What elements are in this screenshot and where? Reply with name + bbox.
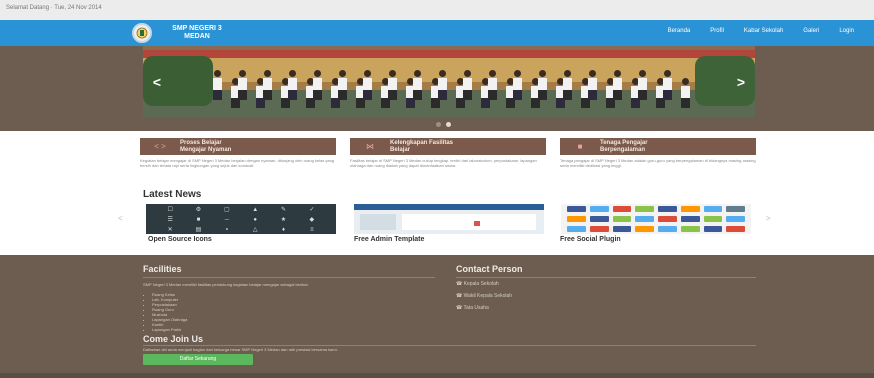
photo-person [288, 70, 297, 100]
chevron-right-icon: > [736, 74, 746, 90]
feature-card: ■ Tenaga Pengajar Berpengalaman Tenaga p… [560, 138, 756, 183]
photo-person [313, 70, 322, 100]
footer-bottom-band [0, 373, 874, 378]
news-thumbnail-social[interactable] [561, 204, 751, 234]
slide-indicators [436, 122, 456, 127]
facilities-list: Ruang Kelas Lab. Komputer Perpustakaan R… [152, 292, 187, 332]
photo-person [238, 70, 247, 100]
contact-item: ☎ Wakil Kepala Sekolah [456, 293, 513, 299]
menu-item-beranda[interactable]: Beranda [668, 28, 691, 34]
photo-person [388, 70, 397, 100]
feature-title-line1: Kelengkapan Fasilitas [390, 140, 454, 146]
feature-title-line1: Tenaga Pengajar [600, 140, 648, 146]
features-section: < > Proses Belajar Mengajar Nyaman Kegia… [140, 138, 760, 186]
chevron-left-icon: < [152, 74, 162, 90]
news-prev-button[interactable]: < [118, 214, 123, 223]
list-item: Lapangan Parkir [152, 327, 187, 332]
group-photo [213, 70, 693, 110]
photo-person [488, 70, 497, 100]
feature-title-line2: Berpengalaman [600, 146, 646, 153]
news-item-label[interactable]: Free Admin Template [354, 236, 424, 243]
feature-text: Fasilitas belajar di SMP Negeri 3 Medan … [350, 158, 537, 168]
divider [143, 345, 756, 346]
photo-person [213, 70, 222, 100]
feature-title-line2: Belajar [390, 146, 411, 153]
network-icon: ⋈ [366, 142, 374, 151]
hero-slide-image: < > [143, 46, 755, 118]
brand-name-line1: SMP NEGERI 3 [172, 25, 222, 32]
photo-person [438, 70, 447, 100]
school-logo-icon [132, 23, 152, 43]
slide-indicator-active[interactable] [446, 122, 451, 127]
contact-item: ☎ Tata Usaha [456, 305, 489, 311]
photo-person [613, 70, 622, 100]
menu-item-profil[interactable]: Profil [710, 28, 724, 34]
photo-person [463, 70, 472, 100]
photo-person [338, 70, 347, 100]
contact-list: ☎ Kepala Sekolah ☎ Wakil Kepala Sekolah … [456, 278, 512, 314]
chevron-right-icon: > [766, 214, 771, 223]
news-next-button[interactable]: > [766, 214, 771, 223]
feature-card-header: < > Proses Belajar Mengajar Nyaman [140, 138, 336, 155]
slide-next-button[interactable]: > [731, 72, 751, 92]
photo-person [663, 70, 672, 100]
slide-indicator[interactable] [436, 122, 441, 127]
news-thumbnail-icons[interactable]: ☐ ⚙ ▢ ▲ ✎ ✓ ☰ ■ ─ ● ★ ◆ ✕ ▤ ⚬ △ ♦ ≡ [146, 204, 336, 234]
feature-card: < > Proses Belajar Mengajar Nyaman Kegia… [140, 138, 336, 183]
feature-text: Tenaga pengajar di SMP Negeri 3 Medan ad… [560, 158, 756, 168]
menu-item-galeri[interactable]: Galeri [803, 28, 819, 34]
page: Selamat Datang · Tue, 24 Nov 2014 SMP NE… [0, 0, 874, 378]
join-heading: Come Join Us [143, 334, 204, 344]
photo-person [680, 78, 690, 108]
feature-text: Kegiatan belajar mengajar di SMP Negeri … [140, 158, 335, 168]
feature-card: ⋈ Kelengkapan Fasilitas Belajar Fasilita… [350, 138, 546, 183]
divider [143, 277, 435, 278]
feature-card-header: ⋈ Kelengkapan Fasilitas Belajar [350, 138, 546, 155]
photo-person [638, 70, 647, 100]
photo-person [563, 70, 572, 100]
chevron-left-icon: < [118, 214, 123, 223]
latest-news-heading: Latest News [143, 189, 202, 200]
photo-person [513, 70, 522, 100]
feature-card-header: ■ Tenaga Pengajar Berpengalaman [560, 138, 756, 155]
photo-person [363, 70, 372, 100]
hero-section: < > [0, 46, 874, 131]
top-info-text: Selamat Datang · Tue, 24 Nov 2014 [6, 5, 102, 11]
brand-name-line2: MEDAN [184, 33, 210, 40]
menu-item-kabar-sekolah[interactable]: Kabar Sekolah [744, 28, 783, 34]
news-thumbnail-admin[interactable] [354, 204, 544, 234]
menu-item-login[interactable]: Login [839, 28, 854, 34]
photo-person [538, 70, 547, 100]
code-brackets-icon: < > [154, 142, 166, 151]
teacher-icon: ■ [577, 142, 583, 151]
main-menu: Beranda Profil Kabar Sekolah Galeri Logi… [668, 28, 874, 34]
slide-prev-button[interactable]: < [147, 72, 167, 92]
brand[interactable]: SMP NEGERI 3 MEDAN [132, 22, 232, 44]
register-button[interactable]: Daftar Sekarang [143, 354, 253, 365]
news-item-label[interactable]: Open Source Icons [148, 236, 212, 243]
facilities-intro: SMP Negeri 3 Medan memiliki fasilitas pe… [143, 282, 309, 287]
brand-name: SMP NEGERI 3 MEDAN [162, 25, 232, 41]
facilities-heading: Facilities [143, 264, 182, 274]
photo-person [588, 70, 597, 100]
contact-item: ☎ Kepala Sekolah [456, 281, 499, 287]
photo-person [263, 70, 272, 100]
photo-person [413, 70, 422, 100]
news-item-label[interactable]: Free Social Plugin [560, 236, 621, 243]
contact-heading: Contact Person [456, 264, 523, 274]
join-text: Daftarkan diri anda menjadi bagian dari … [143, 347, 338, 352]
top-info-bar: Selamat Datang · Tue, 24 Nov 2014 [0, 0, 874, 20]
footer [0, 255, 874, 378]
navbar: SMP NEGERI 3 MEDAN Beranda Profil Kabar … [0, 20, 874, 46]
feature-title-line2: Mengajar Nyaman [180, 146, 232, 153]
